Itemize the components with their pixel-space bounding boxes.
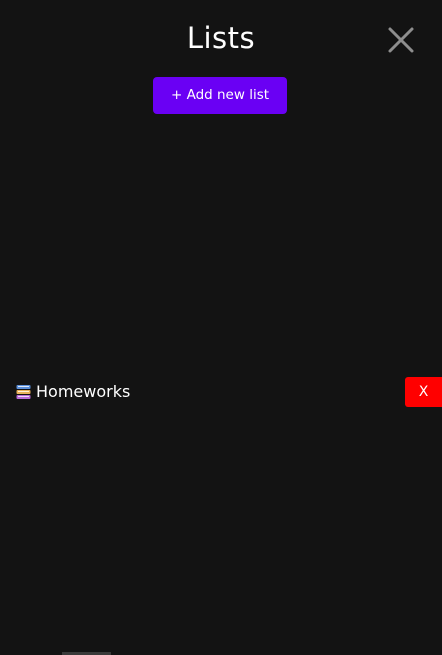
delete-list-button[interactable]: X <box>405 377 442 407</box>
list-item: Homeworks X <box>0 377 442 407</box>
close-icon <box>388 27 414 53</box>
add-new-list-button[interactable]: + Add new list <box>153 77 287 114</box>
close-button[interactable] <box>385 24 417 56</box>
books-icon <box>16 384 31 400</box>
page-title: Lists <box>186 21 256 55</box>
list-item-homeworks[interactable]: Homeworks <box>16 381 130 403</box>
list-item-label: Homeworks <box>36 382 131 401</box>
lists-panel: Lists + Add new list Homeworks X <box>0 0 442 655</box>
